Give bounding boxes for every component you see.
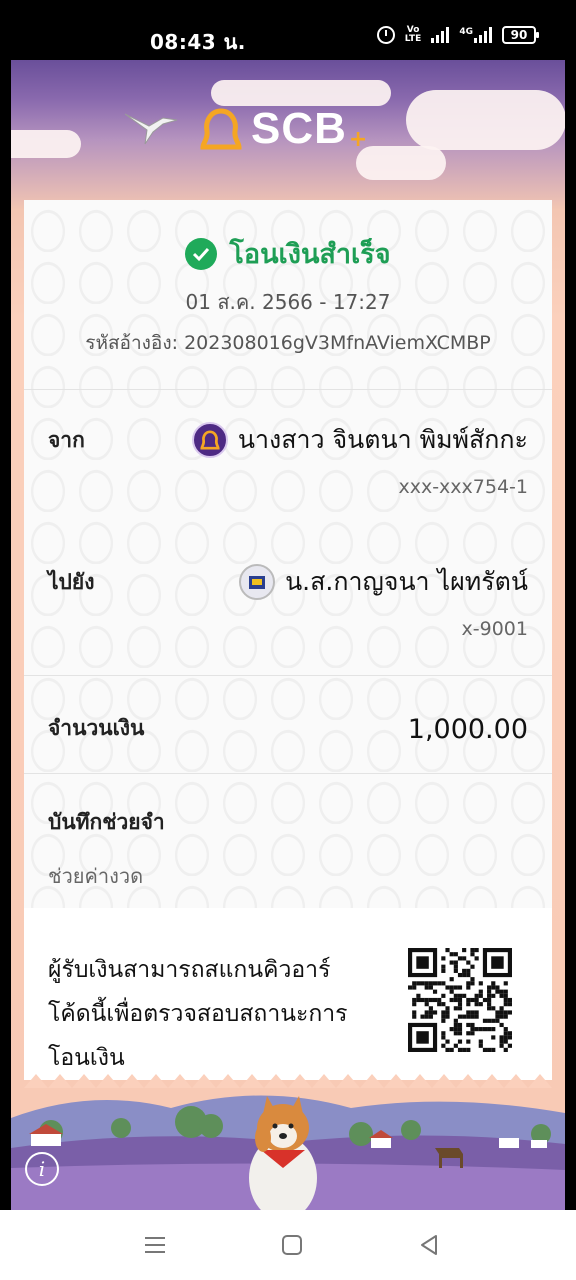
qr-description: ผู้รับเงินสามารถสแกนคิวอาร์ โค้ดนี้เพื่อ… bbox=[48, 957, 348, 1071]
recipient-account: x-9001 bbox=[461, 618, 528, 640]
sender-name: นางสาว จินตนา พิมพ์สักกะ bbox=[237, 425, 528, 454]
recipient: น.ส.กาญจนา ไผทรัตน์ bbox=[239, 562, 528, 602]
memo-section: บันทึกช่วยจำ ช่วยค่างวด bbox=[24, 774, 552, 908]
scb-emblem-icon bbox=[200, 108, 242, 150]
reference-value: 202308016gV3MfnAViemXCMBP bbox=[184, 332, 491, 354]
transfer-slip: SCB + โอนเงินสำเร็จ 01 ส.ค. 2566 - 17:27… bbox=[11, 60, 565, 1210]
transfer-status-title: โอนเงินสำเร็จ bbox=[229, 239, 391, 270]
battery-icon: 90 bbox=[502, 26, 539, 44]
cloud-decoration bbox=[11, 130, 81, 158]
receipt-paper: โอนเงินสำเร็จ 01 ส.ค. 2566 - 17:27 รหัสอ… bbox=[24, 200, 552, 1080]
lavender-field-illustration bbox=[11, 1095, 565, 1210]
cloud-decoration bbox=[406, 90, 565, 150]
amount-section: จำนวนเงิน 1,000.00 bbox=[24, 676, 552, 774]
status-time: 08:43 น. bbox=[150, 30, 246, 54]
amount-value: 1,000.00 bbox=[407, 714, 528, 745]
success-check-icon bbox=[185, 237, 218, 270]
reference-label: รหัสอ้างอิง: bbox=[85, 332, 179, 354]
info-icon: i bbox=[38, 1157, 46, 1181]
scb-bank-icon bbox=[191, 422, 228, 458]
signal-icon bbox=[431, 27, 450, 43]
info-button[interactable]: i bbox=[25, 1152, 59, 1186]
scb-logo: SCB + bbox=[199, 104, 367, 154]
status-icons: Vo LTE 4G 90 bbox=[376, 25, 539, 44]
brand-name: SCB bbox=[251, 104, 347, 153]
transfer-header: โอนเงินสำเร็จ 01 ส.ค. 2566 - 17:27 รหัสอ… bbox=[24, 200, 552, 390]
status-bar: 08:43 น. Vo LTE 4G 90 bbox=[0, 0, 576, 60]
sender-account: xxx-xxx754-1 bbox=[398, 476, 528, 498]
recipient-name: น.ส.กาญจนา ไผทรัตน์ bbox=[285, 567, 528, 596]
qr-section: ผู้รับเงินสามารถสแกนคิวอาร์ โค้ดนี้เพื่อ… bbox=[24, 908, 552, 1080]
transfer-datetime: 01 ส.ค. 2566 - 17:27 bbox=[185, 290, 391, 314]
menu-icon[interactable] bbox=[142, 1232, 168, 1258]
back-icon[interactable] bbox=[416, 1232, 442, 1258]
from-label: จาก bbox=[48, 428, 85, 452]
amount-label: จำนวนเงิน bbox=[48, 716, 145, 740]
navigation-bar bbox=[0, 1210, 576, 1280]
bird-icon bbox=[124, 113, 178, 145]
memo-label: บันทึกช่วยจำ bbox=[48, 810, 165, 834]
memo-value: ช่วยค่างวด bbox=[48, 864, 144, 888]
signal-2-icon bbox=[474, 27, 492, 43]
cloud-decoration bbox=[356, 146, 446, 180]
network-type: 4G bbox=[459, 27, 473, 37]
home-icon[interactable] bbox=[279, 1232, 305, 1258]
reference-line: รหัสอ้างอิง: 202308016gV3MfnAViemXCMBP bbox=[24, 328, 552, 358]
sender: นางสาว จินตนา พิมพ์สักกะ bbox=[191, 420, 528, 460]
parties-section: จาก นางสาว จินตนา พิมพ์สักกะ xxx-xxx754-… bbox=[24, 390, 552, 676]
brand-plus: + bbox=[348, 126, 368, 152]
cloud-decoration bbox=[211, 80, 391, 106]
battery-level: 90 bbox=[510, 28, 528, 42]
qr-code[interactable] bbox=[408, 948, 512, 1052]
alarm-icon bbox=[376, 26, 395, 44]
volte-icon: Vo LTE bbox=[404, 25, 422, 44]
to-label: ไปยัง bbox=[48, 570, 95, 594]
recipient-bank-icon bbox=[239, 564, 276, 600]
